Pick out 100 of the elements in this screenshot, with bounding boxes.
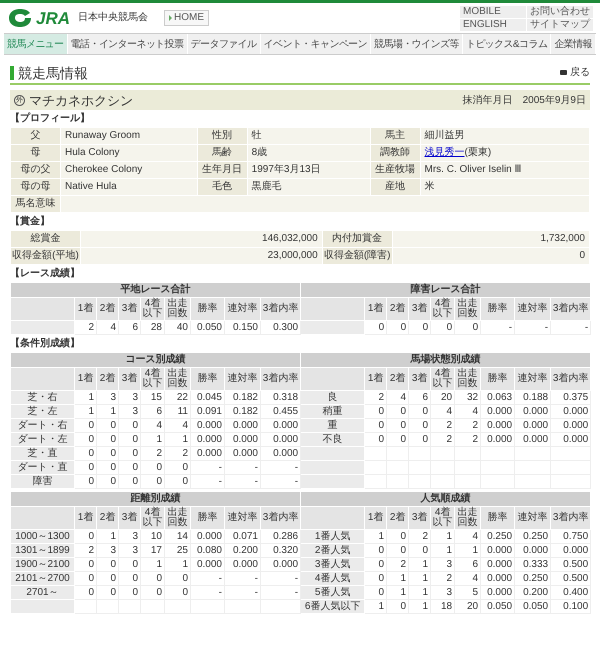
table-cell: 0.000 — [480, 572, 515, 586]
column-header: 3着内率 — [260, 298, 301, 320]
field-value: 細川益男 — [420, 128, 590, 144]
column-header: 連対率 — [224, 368, 260, 390]
table-cell: - — [190, 586, 224, 600]
row-label: 芝・直 — [10, 446, 74, 460]
column-header: 4着以下 — [430, 506, 455, 530]
logo-icon — [7, 7, 33, 29]
column-header: 連対率 — [514, 506, 551, 530]
field-value: 8歳 — [247, 144, 370, 162]
field-label: 総賞金 — [10, 230, 80, 248]
field-label: 毛色 — [197, 178, 248, 196]
table-cell: 0.000 — [224, 418, 260, 432]
column-header: 2着 — [386, 506, 409, 530]
column-header: 勝率 — [480, 506, 515, 530]
table-cell: 0.000 — [550, 404, 591, 418]
column-header: 4着以下 — [430, 368, 455, 390]
field-value: Hula Colony — [60, 144, 198, 162]
table-cell: 0.080 — [190, 544, 224, 558]
field-value: (栗東) — [464, 147, 492, 158]
field-value: 黒鹿毛 — [247, 178, 370, 196]
table-cell: 0.000 — [260, 558, 301, 572]
row-label: 1000～1300 — [10, 530, 74, 544]
row-label: 6番人気以下 — [300, 600, 365, 614]
column-header: 出走回数 — [164, 298, 190, 320]
column-header: 連対率 — [514, 368, 551, 390]
column-header: 勝率 — [190, 506, 224, 530]
row-label: 良 — [300, 390, 365, 404]
nav-tab[interactable]: データファイル — [188, 34, 260, 54]
field-label: 産地 — [370, 178, 420, 196]
table-cell: 0.000 — [480, 586, 515, 600]
row-label: 障害 — [10, 474, 74, 488]
field-label: 母 — [10, 144, 60, 162]
utility-link[interactable]: MOBILE — [460, 6, 526, 18]
table-cell: 0.045 — [190, 390, 224, 404]
nav-tab[interactable]: 競馬メニュー — [4, 34, 68, 54]
column-header: 連対率 — [224, 506, 260, 530]
trainer-link[interactable]: 浅見秀一 — [424, 147, 464, 158]
table-cell: 0.250 — [480, 530, 515, 544]
table-cell: 0.000 — [260, 446, 301, 460]
nav-tab[interactable]: 電話・インターネット投票 — [68, 34, 188, 54]
column-header: 3着内率 — [550, 506, 591, 530]
table-cell: 0.333 — [514, 558, 551, 572]
row-label: 1900～2100 — [10, 558, 74, 572]
column-header: 2着 — [386, 298, 409, 320]
table-cell: 0.375 — [550, 390, 591, 404]
table-cell: - — [190, 572, 224, 586]
horse-name: マチカネホクシン — [29, 94, 133, 106]
table-title: 障害レース合計 — [300, 282, 591, 298]
table-cell: 0.750 — [550, 530, 591, 544]
nav-tab[interactable]: 競馬場・ウインズ等 — [371, 34, 463, 54]
column-header: 4着以下 — [430, 298, 455, 320]
row-label: 重 — [300, 418, 365, 432]
column-header: 出走回数 — [454, 506, 481, 530]
home-link[interactable]: HOME — [164, 10, 210, 26]
field-label: 生年月日 — [197, 162, 248, 178]
column-header: 出走回数 — [454, 368, 481, 390]
table-cell: 0.320 — [260, 544, 301, 558]
row-label: 1番人気 — [300, 530, 365, 544]
table-cell: 0.182 — [224, 404, 260, 418]
field-value: 米 — [420, 178, 590, 196]
field-label: 収得金額(平地) — [10, 248, 80, 264]
row-label: 3番人気 — [300, 558, 365, 572]
bullet-icon — [169, 15, 172, 21]
table-cell: - — [260, 572, 301, 586]
section-heading: 【条件別成績】 — [10, 339, 81, 349]
column-header: 1着 — [74, 298, 96, 320]
column-header: 出走回数 — [164, 368, 190, 390]
utility-link[interactable]: ENGLISH — [460, 18, 526, 30]
table-cell: 0.000 — [190, 558, 224, 572]
table-cell: 0.188 — [514, 390, 551, 404]
table-cell: 0.318 — [260, 390, 301, 404]
field-value: 1,732,000 — [392, 230, 590, 248]
row-label: 2番人気 — [300, 544, 365, 558]
column-header: 出走回数 — [164, 506, 190, 530]
table-cell: 0.000 — [480, 558, 515, 572]
table-cell: 0.000 — [514, 432, 551, 446]
table-cell: 0.500 — [550, 558, 591, 572]
utility-link[interactable]: お問い合わせ — [527, 6, 593, 18]
table-title: 馬場状態別成績 — [300, 352, 591, 368]
back-link[interactable]: 戻る — [560, 65, 590, 80]
column-header: 連対率 — [514, 298, 551, 320]
column-header: 勝率 — [480, 298, 515, 320]
table-cell: 0.063 — [480, 390, 515, 404]
utility-link[interactable]: サイトマップ — [527, 18, 593, 30]
row-label: 芝・右 — [10, 390, 74, 404]
table-cell: 0.300 — [260, 320, 301, 334]
field-label: 収得金額(障害) — [322, 248, 392, 264]
table-cell: 0.000 — [550, 418, 591, 432]
column-header: 2着 — [96, 298, 118, 320]
section-heading: 【賞金】 — [10, 217, 51, 227]
table-cell: 0.050 — [190, 320, 224, 334]
table-cell: 0.000 — [224, 558, 260, 572]
table-cell: 0.000 — [480, 404, 515, 418]
nav-tab[interactable]: イベント・キャンペーン — [260, 34, 372, 54]
table-cell: 0.286 — [260, 530, 301, 544]
column-header: 4着以下 — [140, 506, 164, 530]
row-label: 2101～2700 — [10, 572, 74, 586]
field-label: 馬主 — [370, 128, 420, 144]
table-cell: - — [190, 474, 224, 488]
